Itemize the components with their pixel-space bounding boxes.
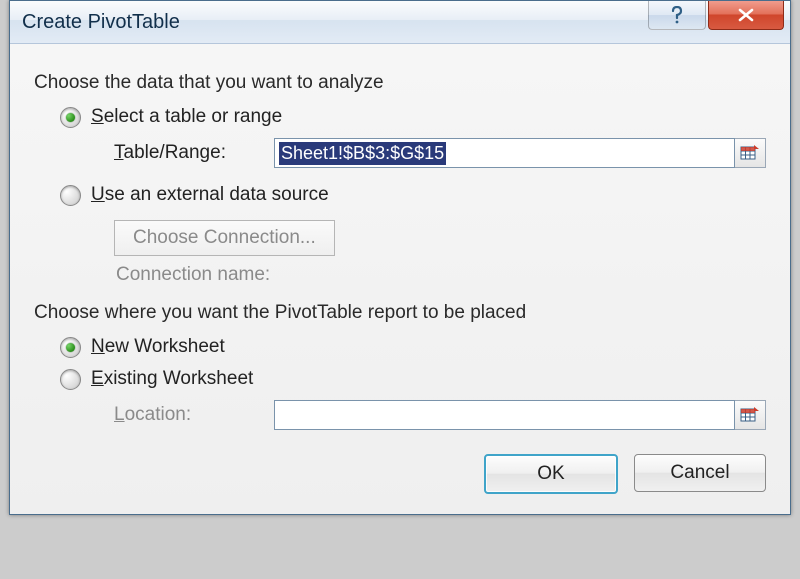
help-icon <box>669 6 685 24</box>
location-label: Location: <box>114 404 264 426</box>
section-analyze-label: Choose the data that you want to analyze <box>34 72 766 94</box>
external-source-sub: Choose Connection... Connection name: <box>114 216 766 286</box>
table-range-input[interactable]: Sheet1!$B$3:$G$15 <box>274 138 735 168</box>
radio-select-table-range[interactable] <box>60 107 81 128</box>
radio-external-source[interactable] <box>60 185 81 206</box>
close-icon <box>737 8 755 22</box>
choose-connection-button: Choose Connection... <box>114 220 335 256</box>
section-place-label: Choose where you want the PivotTable rep… <box>34 302 766 324</box>
radio-new-worksheet[interactable] <box>60 337 81 358</box>
location-row: Location: <box>114 400 766 430</box>
create-pivottable-dialog: Create PivotTable Choose the data that y… <box>9 0 791 515</box>
table-range-row: Table/Range: Sheet1!$B$3:$G$15 <box>114 138 766 168</box>
dialog-footer: OK Cancel <box>34 436 766 494</box>
table-range-value: Sheet1!$B$3:$G$15 <box>279 142 446 165</box>
close-button[interactable] <box>708 1 784 30</box>
connection-name-label: Connection name: <box>116 264 766 286</box>
radio-existing-worksheet[interactable] <box>60 369 81 390</box>
dialog-body: Choose the data that you want to analyze… <box>10 44 790 514</box>
option-external-source-label: Use an external data source <box>91 184 329 206</box>
option-new-worksheet-label: New Worksheet <box>91 336 225 358</box>
option-select-table-range-label: Select a table or range <box>91 106 282 128</box>
dialog-title: Create PivotTable <box>10 11 648 34</box>
table-range-picker-button[interactable] <box>735 138 766 168</box>
table-range-label: Table/Range: <box>114 142 264 164</box>
option-new-worksheet[interactable]: New Worksheet <box>60 336 766 358</box>
titlebar-buttons <box>648 1 790 43</box>
option-select-table-range[interactable]: Select a table or range <box>60 106 766 128</box>
option-existing-worksheet[interactable]: Existing Worksheet <box>60 368 766 390</box>
location-input[interactable] <box>274 400 735 430</box>
option-existing-worksheet-label: Existing Worksheet <box>91 368 253 390</box>
titlebar: Create PivotTable <box>10 1 790 44</box>
range-picker-icon <box>740 143 760 163</box>
ok-button[interactable]: OK <box>484 454 618 494</box>
location-picker-button[interactable] <box>735 400 766 430</box>
range-picker-icon <box>740 405 760 425</box>
help-button[interactable] <box>648 1 706 30</box>
cancel-button[interactable]: Cancel <box>634 454 766 492</box>
option-external-source[interactable]: Use an external data source <box>60 184 766 206</box>
